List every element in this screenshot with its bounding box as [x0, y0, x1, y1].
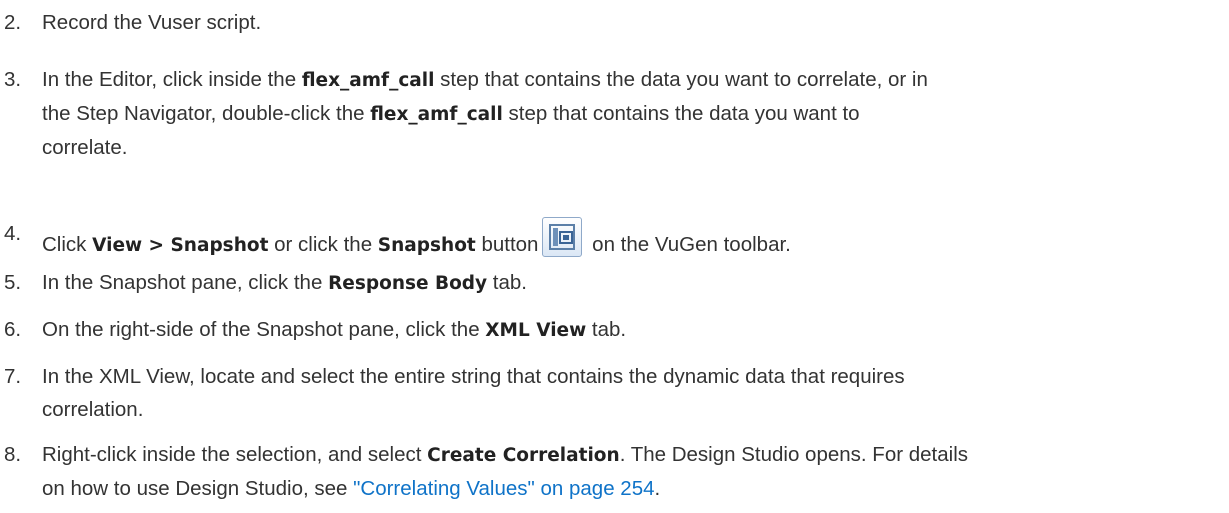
document-page: 2. Record the Vuser script. 3. In the Ed… — [0, 0, 1229, 513]
snapshot-icon — [542, 217, 583, 257]
step-text: Click View > Snapshot or click the Snaps… — [42, 217, 1222, 262]
step-number: 5. — [4, 271, 22, 294]
bold-term: Response Body — [328, 273, 488, 294]
bold-term: Create Correlation — [427, 445, 620, 466]
step-number: 6. — [4, 318, 22, 341]
step-text: In the Snapshot pane, click the Response… — [42, 271, 527, 294]
correlating-values-link[interactable]: "Correlating Values" on page 254 — [353, 477, 654, 500]
step-text: In the XML View, locate and select the e… — [42, 365, 905, 421]
step-number: 3. — [4, 68, 22, 91]
bold-term: flex_amf_call — [301, 70, 435, 91]
step-text: Right-click inside the selection, and se… — [42, 443, 969, 500]
bold-term: Snapshot — [377, 235, 476, 256]
step-number: 7. — [4, 365, 22, 388]
step-text: Record the Vuser script. — [42, 11, 262, 34]
bold-term: View > Snapshot — [92, 235, 269, 256]
step-number: 4. — [4, 222, 22, 245]
step-text: In the Editor, click inside the flex_amf… — [42, 68, 928, 159]
step-number: 2. — [4, 11, 22, 34]
step-number: 8. — [4, 443, 22, 466]
bold-term: flex_amf_call — [370, 104, 503, 125]
step-text: On the right-side of the Snapshot pane, … — [42, 318, 627, 341]
bold-term: XML View — [485, 320, 587, 341]
